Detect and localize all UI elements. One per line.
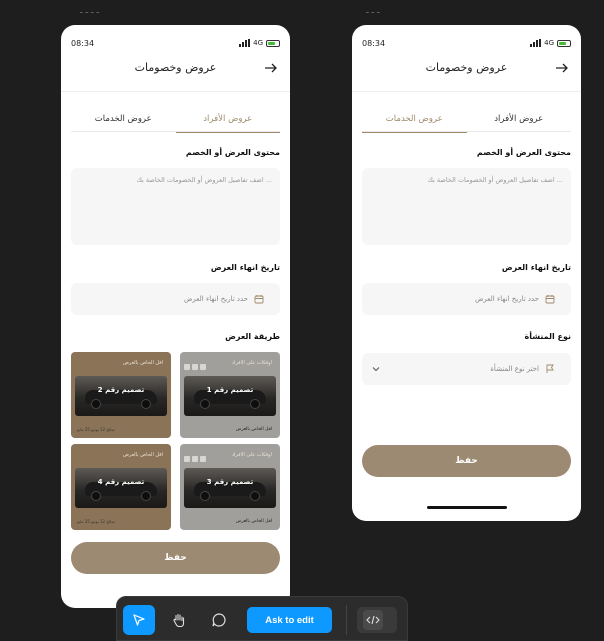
- back-arrow-icon[interactable]: [555, 61, 569, 75]
- card-top-text: اقل الخاص بالعرض: [122, 452, 163, 458]
- facility-type-select[interactable]: اختر نوع المنشأة: [362, 353, 571, 385]
- end-date-field[interactable]: حدد تاريخ انهاء العرض: [362, 283, 571, 315]
- design-name: تصميم رقم 2: [97, 386, 145, 394]
- tab-individual-offers[interactable]: عروض الأفراد: [175, 109, 280, 133]
- card-date-text: صالح 12 يونيو 25 مايو: [77, 427, 115, 432]
- decor-dots: [184, 364, 206, 370]
- card-date-text: صالح 12 يونيو 25 مايو: [77, 519, 115, 524]
- right-phone-frame: 08:34 4G عروض وخصومات عروض الخدمات عروض …: [352, 25, 581, 521]
- tabs-divider: [71, 131, 280, 132]
- save-button[interactable]: حفظ: [362, 445, 571, 477]
- tab-individual-offers[interactable]: عروض الأفراد: [467, 109, 572, 133]
- facility-type-placeholder: اختر نوع المنشأة: [490, 365, 539, 373]
- content-label: محتوى العرض أو الخصم: [185, 148, 280, 157]
- design-name: تصميم رقم 3: [206, 478, 254, 486]
- dev-mode-toggle[interactable]: [357, 607, 397, 633]
- comment-icon: [212, 613, 226, 627]
- save-button[interactable]: حفظ: [71, 542, 280, 574]
- design-card-4[interactable]: اقل الخاص بالعرض تصميم رقم 4 صالح 12 يون…: [71, 444, 171, 530]
- card-bottom-text: اقل الخاص بالعرض: [235, 427, 272, 432]
- design-name: تصميم رقم 4: [97, 478, 145, 486]
- comment-tool-button[interactable]: [203, 605, 235, 635]
- move-tool-button[interactable]: [123, 605, 155, 635]
- header-divider: [61, 91, 290, 92]
- card-top-text: اوفكات على الافراد: [231, 452, 272, 458]
- card-top-text: اوفكات على الافراد: [231, 360, 272, 366]
- frame-label-left: ـ ـ ـ ـ: [80, 6, 100, 16]
- content-label: محتوى العرض أو الخصم: [476, 148, 571, 157]
- toolbar-divider: [346, 605, 347, 635]
- decor-dots: [184, 456, 206, 462]
- home-indicator: [427, 506, 507, 509]
- status-bar: 08:34 4G: [362, 39, 571, 51]
- tab-service-offers[interactable]: عروض الخدمات: [362, 109, 467, 133]
- calendar-icon: [254, 295, 264, 304]
- network-label: 4G: [253, 39, 263, 47]
- frame-label-right: ـ ـ ـ: [366, 6, 380, 16]
- facility-type-label: نوع المنشأة: [524, 332, 571, 341]
- ask-to-edit-button[interactable]: Ask to edit: [247, 607, 332, 633]
- left-phone-frame: 08:34 4G عروض وخصومات عروض الخدمات عروض …: [61, 25, 290, 608]
- signal-icon: [239, 39, 251, 47]
- hand-tool-button[interactable]: [163, 605, 195, 635]
- card-top-text: اقل الخاص بالعرض: [122, 360, 163, 366]
- display-method-label: طريقة العرض: [225, 332, 280, 341]
- content-textarea[interactable]: اضف تفاصيل العروض أو الخصومات الخاصة بك …: [362, 168, 571, 245]
- signal-icon: [530, 39, 542, 47]
- code-icon: [366, 615, 380, 625]
- page-title: عروض وخصومات: [425, 61, 508, 74]
- design-name: تصميم رقم 1: [206, 386, 254, 394]
- calendar-icon: [545, 295, 555, 304]
- end-date-label: تاريخ انهاء العرض: [501, 263, 571, 272]
- cursor-icon: [133, 614, 145, 626]
- chevron-down-icon: [372, 367, 380, 372]
- design-card-1[interactable]: اوفكات على الافراد تصميم رقم 1 اقل الخاص…: [180, 352, 280, 438]
- design-card-2[interactable]: اقل الخاص بالعرض تصميم رقم 2 صالح 12 يون…: [71, 352, 171, 438]
- car-image: [75, 468, 167, 508]
- tabs-divider: [362, 131, 571, 132]
- end-date-label: تاريخ انهاء العرض: [210, 263, 280, 272]
- status-time: 08:34: [71, 39, 95, 48]
- end-date-placeholder: حدد تاريخ انهاء العرض: [183, 295, 248, 303]
- flag-icon: [546, 364, 554, 373]
- network-label: 4G: [544, 39, 554, 47]
- header-divider: [352, 91, 581, 92]
- bottom-toolbar: Ask to edit: [116, 596, 408, 641]
- battery-icon: [266, 39, 280, 47]
- tab-service-offers[interactable]: عروض الخدمات: [71, 109, 176, 133]
- end-date-field[interactable]: حدد تاريخ انهاء العرض: [71, 283, 280, 315]
- end-date-placeholder: حدد تاريخ انهاء العرض: [474, 295, 539, 303]
- content-textarea[interactable]: اضف تفاصيل العروض أو الخصومات الخاصة بك …: [71, 168, 280, 245]
- card-bottom-text: اقل الخاص بالعرض: [235, 519, 272, 524]
- hand-icon: [173, 613, 185, 628]
- design-card-3[interactable]: اوفكات على الافراد تصميم رقم 3 اقل الخاص…: [180, 444, 280, 530]
- page-title: عروض وخصومات: [134, 61, 217, 74]
- back-arrow-icon[interactable]: [264, 61, 278, 75]
- car-image: [184, 468, 276, 508]
- car-image: [75, 376, 167, 416]
- battery-icon: [557, 39, 571, 47]
- car-image: [184, 376, 276, 416]
- status-bar: 08:34 4G: [71, 39, 280, 51]
- status-time: 08:34: [362, 39, 386, 48]
